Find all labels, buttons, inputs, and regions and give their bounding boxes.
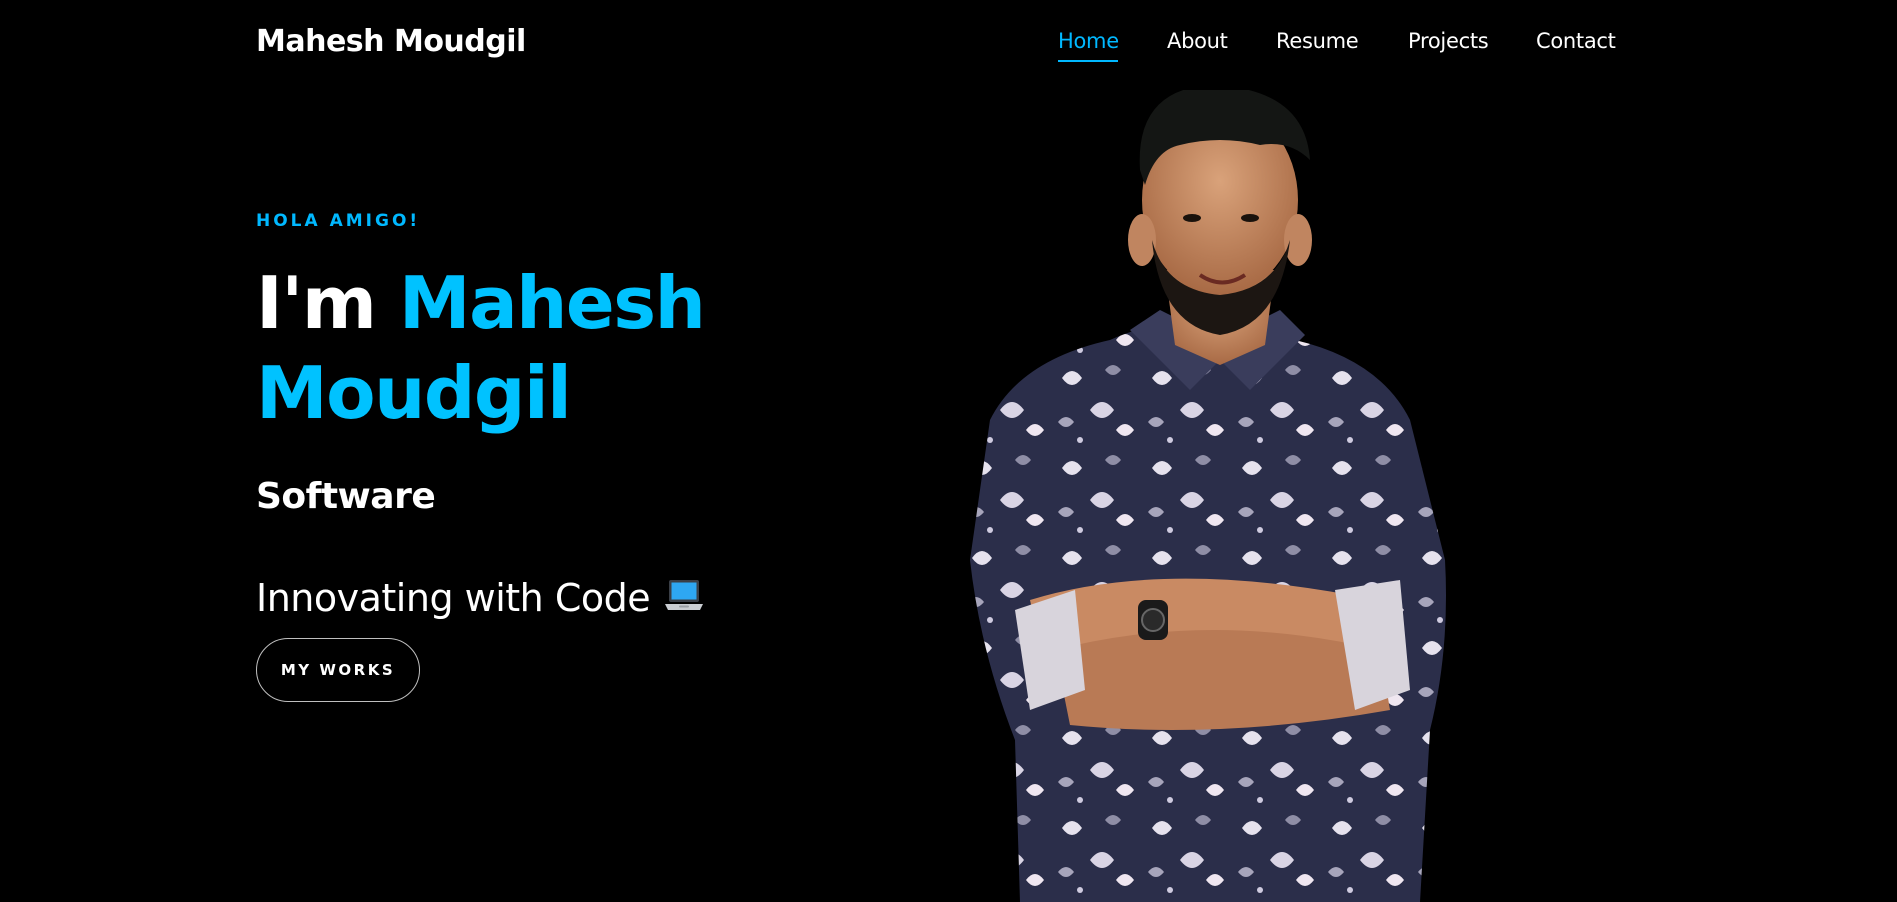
- nav-contact[interactable]: Contact: [1536, 29, 1616, 53]
- profile-photo: [960, 85, 1500, 902]
- hero-role: Software: [256, 476, 436, 517]
- main-nav: Home About Resume Projects Contact: [1040, 29, 1680, 69]
- hero-title-prefix: I'm: [256, 261, 399, 345]
- hero-tagline-text: Innovating with Code: [256, 576, 651, 620]
- my-works-button[interactable]: MY WORKS: [256, 638, 420, 702]
- nav-resume[interactable]: Resume: [1276, 29, 1359, 53]
- hero-eyebrow: HOLA AMIGO!: [256, 211, 421, 231]
- nav-active-indicator: [1058, 60, 1118, 62]
- nav-about[interactable]: About: [1167, 29, 1228, 53]
- nav-projects[interactable]: Projects: [1408, 29, 1489, 53]
- hero-tagline: Innovating with Code: [256, 576, 704, 620]
- hero-title: I'm Mahesh Moudgil: [256, 258, 816, 438]
- nav-home[interactable]: Home: [1058, 29, 1119, 53]
- portfolio-page: Mahesh Moudgil Home About Resume Project…: [0, 0, 1897, 902]
- site-logo[interactable]: Mahesh Moudgil: [256, 24, 526, 59]
- laptop-icon: [664, 577, 704, 613]
